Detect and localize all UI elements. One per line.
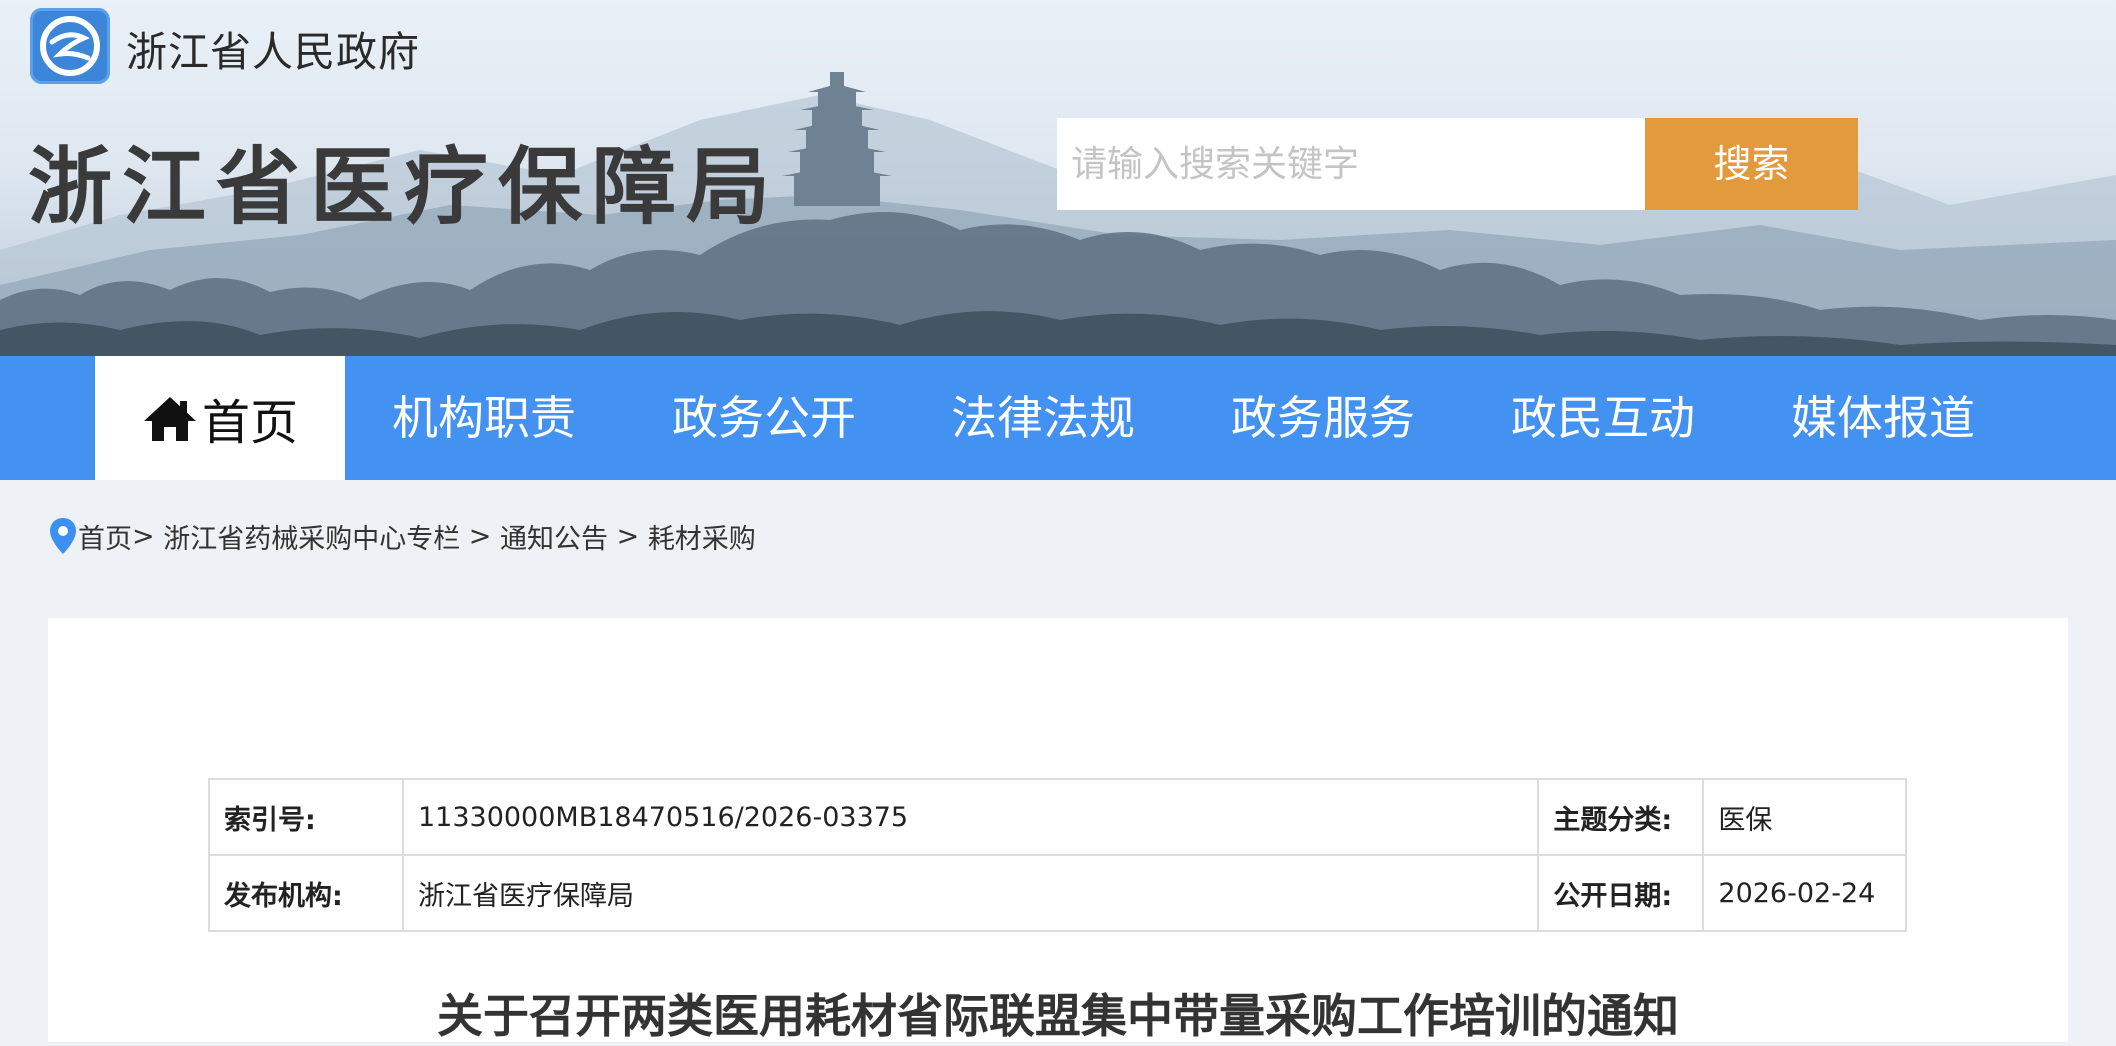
table-row: 索引号: 11330000MB18470516/2026-03375 主题分类:…	[208, 778, 1907, 856]
nav-item-institution-duties[interactable]: 机构职责	[383, 356, 585, 480]
publisher-value: 浙江省医疗保障局	[401, 854, 1540, 932]
breadcrumb-procurement-center[interactable]: 浙江省药械采购中心专栏	[163, 517, 460, 556]
breadcrumb-home[interactable]: 首页	[78, 517, 132, 556]
nav-item-government-affairs[interactable]: 政务公开	[663, 356, 865, 480]
gov-name-link[interactable]: 浙江省人民政府	[126, 18, 420, 78]
nav-item-laws-regulations[interactable]: 法律法规	[942, 356, 1144, 480]
article-title: 关于召开两类医用耗材省际联盟集中带量采购工作培训的通知	[437, 989, 1679, 1043]
location-pin-icon	[50, 518, 76, 554]
search-button[interactable]: 搜索	[1645, 118, 1858, 210]
index-label: 索引号:	[208, 778, 404, 856]
nav-item-government-services[interactable]: 政务服务	[1222, 356, 1424, 480]
date-value: 2026-02-24	[1702, 854, 1907, 932]
header-banner: 浙江省人民政府 浙江省医疗保障局 搜索	[0, 0, 2116, 356]
table-row: 发布机构: 浙江省医疗保障局 公开日期: 2026-02-24	[208, 854, 1907, 932]
government-logo-icon[interactable]	[30, 8, 110, 84]
breadcrumb-separator: >	[460, 520, 501, 552]
search-input[interactable]	[1057, 118, 1645, 210]
breadcrumb-separator: >	[132, 520, 164, 552]
home-icon	[143, 397, 196, 441]
nav-item-media-reports[interactable]: 媒体报道	[1782, 356, 1984, 480]
nav-item-public-interaction[interactable]: 政民互动	[1502, 356, 1704, 480]
topic-value: 医保	[1702, 778, 1907, 856]
date-label: 公开日期:	[1537, 854, 1705, 932]
breadcrumb: 首页 > 浙江省药械采购中心专栏 > 通知公告 > 耗材采购	[48, 515, 756, 557]
bureau-title: 浙江省医疗保障局	[28, 138, 781, 236]
content-panel: 索引号: 11330000MB18470516/2026-03375 主题分类:…	[48, 618, 2068, 1043]
breadcrumb-separator: >	[608, 520, 648, 552]
breadcrumb-notices[interactable]: 通知公告	[500, 517, 608, 556]
index-value: 11330000MB18470516/2026-03375	[401, 778, 1540, 856]
nav-home[interactable]: 首页	[95, 356, 345, 480]
main-nav: 首页 机构职责 政务公开 法律法规 政务服务 政民互动 媒体报道	[0, 356, 2116, 480]
nav-home-label: 首页	[201, 395, 298, 451]
publisher-label: 发布机构:	[208, 854, 404, 932]
breadcrumb-consumables-procurement[interactable]: 耗材采购	[648, 517, 756, 556]
topic-label: 主题分类:	[1537, 778, 1705, 856]
document-meta-table: 索引号: 11330000MB18470516/2026-03375 主题分类:…	[208, 778, 1907, 932]
